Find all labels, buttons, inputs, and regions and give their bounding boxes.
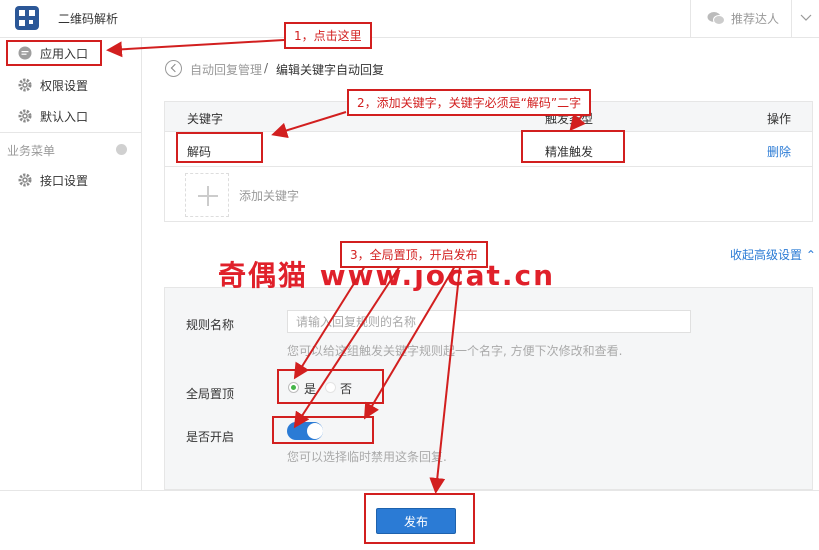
sidebar-item-label: 默认入口 xyxy=(40,110,89,124)
rule-name-hint: 您可以给这组触发关键字规则起一个名字, 方便下次修改和查看. xyxy=(287,344,623,358)
add-keyword-label[interactable]: 添加关键字 xyxy=(239,187,299,204)
annotation-highlight xyxy=(176,132,263,163)
rule-name-label: 规则名称 xyxy=(186,318,235,332)
breadcrumb-current: 编辑关键字自动回复 xyxy=(276,63,385,77)
sidebar-item-default-entry[interactable]: 默认入口 xyxy=(0,101,141,131)
delete-link[interactable]: 删除 xyxy=(767,143,791,160)
section-collapse-icon[interactable] xyxy=(116,144,127,155)
app-logo-icon xyxy=(15,6,39,30)
breadcrumb-parent[interactable]: 自动回复管理 xyxy=(190,61,262,78)
back-arrow-icon[interactable] xyxy=(165,60,182,77)
pin-label: 全局置顶 xyxy=(186,387,235,401)
recommend-link[interactable]: 推荐达人 xyxy=(731,10,779,27)
annotation-step-3: 3，全局置顶，开启发布 xyxy=(340,241,488,268)
top-bar: 二维码解析 推荐达人 xyxy=(0,0,819,38)
collapse-advanced-label: 收起高级设置 xyxy=(730,248,803,262)
annotation-highlight xyxy=(364,493,475,544)
gear-icon xyxy=(18,109,32,123)
collapse-advanced-link[interactable]: 收起高级设置 ⌃ xyxy=(730,246,816,263)
breadcrumb-separator: / xyxy=(264,61,269,75)
divider xyxy=(791,0,792,38)
enable-hint: 您可以选择临时禁用这条回复. xyxy=(287,450,447,464)
sidebar-item-label: 权限设置 xyxy=(40,79,89,93)
annotation-highlight xyxy=(521,130,625,163)
divider xyxy=(690,0,691,38)
annotation-highlight xyxy=(272,416,374,444)
chevron-up-icon: ⌃ xyxy=(802,248,816,262)
annotation-highlight xyxy=(277,369,384,404)
annotation-highlight xyxy=(6,40,102,66)
gear-icon xyxy=(18,78,32,92)
sidebar-item-interface-settings[interactable]: 接口设置 xyxy=(0,165,141,195)
annotation-step-2: 2，添加关键字，关键字必须是“解码”二字 xyxy=(347,89,592,116)
gear-icon xyxy=(18,173,32,187)
page: 二维码解析 推荐达人 应用入口 权限设置 默认入口 业务菜单 接口设置 自动回复… xyxy=(0,0,819,550)
enable-label: 是否开启 xyxy=(186,430,235,444)
add-keyword-button[interactable] xyxy=(185,173,229,217)
rule-name-input[interactable] xyxy=(287,310,691,333)
sidebar: 应用入口 权限设置 默认入口 业务菜单 接口设置 xyxy=(0,38,142,490)
column-header-action: 操作 xyxy=(767,112,792,126)
sidebar-section-title: 业务菜单 xyxy=(7,144,56,158)
app-title: 二维码解析 xyxy=(58,12,119,26)
annotation-step-1: 1，点击这里 xyxy=(284,22,372,49)
sidebar-item-label: 接口设置 xyxy=(40,174,89,188)
wechat-icon xyxy=(707,12,725,25)
divider xyxy=(0,132,141,133)
chevron-down-icon[interactable] xyxy=(800,13,812,23)
column-header-keyword: 关键字 xyxy=(187,112,224,126)
sidebar-item-permissions[interactable]: 权限设置 xyxy=(0,70,141,100)
